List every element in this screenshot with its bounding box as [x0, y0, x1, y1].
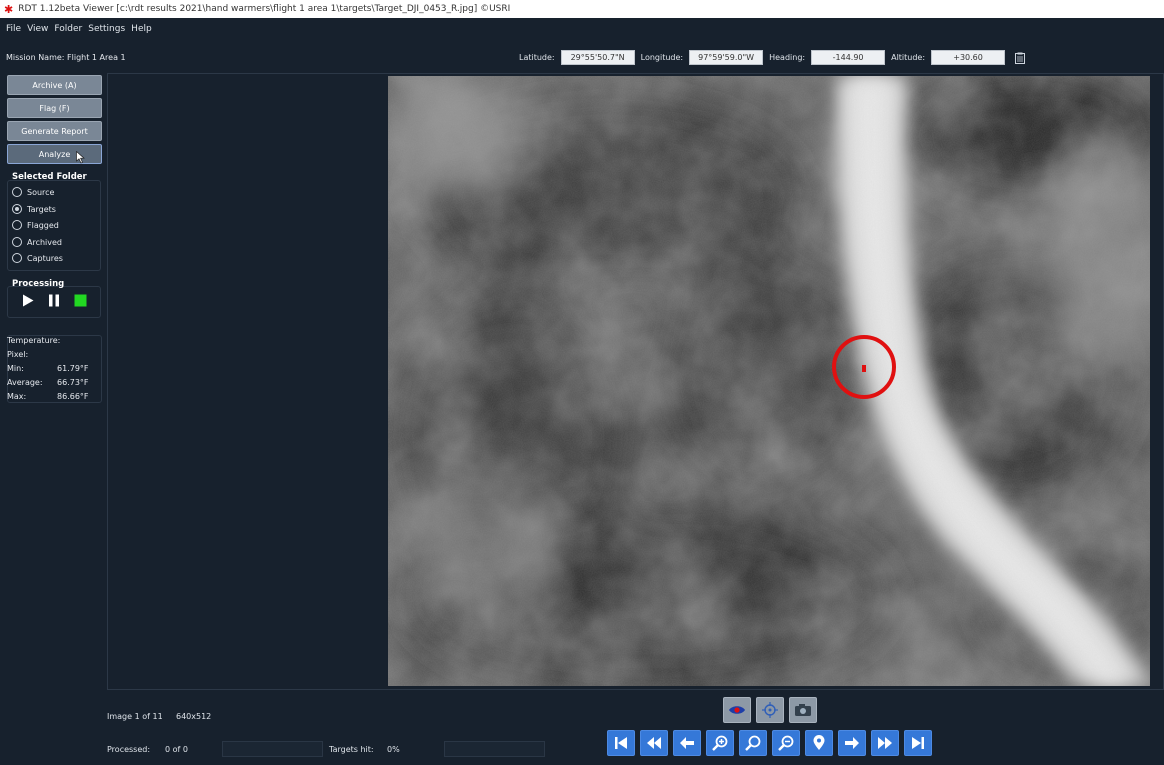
first-image-button[interactable] [607, 730, 635, 756]
menu-file[interactable]: File [6, 24, 21, 34]
clipboard-icon[interactable] [1015, 52, 1026, 64]
eye-icon [729, 706, 745, 714]
radio-button[interactable] [12, 187, 22, 197]
min-value: 61.79°F [57, 364, 89, 373]
play-icon[interactable] [22, 294, 34, 307]
heading-field: -144.90 [811, 50, 886, 65]
telemetry-bar: Latitude: 29°55'50.7"N Longitude: 97°59'… [519, 50, 1026, 65]
latitude-label: Latitude: [519, 53, 555, 62]
location-pin-icon [813, 735, 825, 750]
target-hotspot [862, 365, 866, 372]
altitude-field: +30.60 [931, 50, 1006, 65]
radio-label: Captures [27, 253, 63, 263]
heading-label: Heading: [769, 53, 806, 62]
fast-forward-button[interactable] [871, 730, 899, 756]
skip-first-icon [615, 737, 627, 749]
crosshair-button[interactable] [756, 697, 784, 723]
menu-view[interactable]: View [27, 24, 48, 34]
longitude-field: 97°59'59.0"W [689, 50, 764, 65]
radio-button[interactable] [12, 204, 22, 214]
zoom-in-button[interactable] [706, 730, 734, 756]
processing-controls [22, 294, 87, 307]
skip-last-icon [912, 737, 924, 749]
zoom-fit-button[interactable] [739, 730, 767, 756]
rewind-button[interactable] [640, 730, 668, 756]
targets-hit-label: Targets hit: [329, 745, 374, 754]
longitude-label: Longitude: [640, 53, 684, 62]
radio-button[interactable] [12, 253, 22, 263]
processed-value: 0 of 0 [165, 745, 188, 754]
processing-title: Processing [12, 279, 65, 289]
min-label: Min: [7, 364, 24, 373]
altitude-label: Altitude: [891, 53, 926, 62]
generate-report-button[interactable]: Generate Report [7, 121, 102, 141]
radio-label: Archived [27, 237, 63, 247]
temperature-title: Temperature: [7, 336, 97, 345]
max-value: 86.66°F [57, 392, 89, 401]
camera-icon [795, 704, 811, 716]
analyze-label: Analyze [38, 149, 71, 159]
window-title: RDT 1.12beta Viewer [c:\rdt results 2021… [18, 4, 511, 14]
processed-progress-bar [222, 741, 323, 757]
radio-button[interactable] [12, 237, 22, 247]
thermal-image[interactable] [388, 76, 1150, 686]
zoom-out-icon [778, 735, 794, 751]
mission-value: Flight 1 Area 1 [67, 53, 126, 62]
zoom-fit-icon [745, 735, 761, 751]
radio-source[interactable]: Source [12, 187, 54, 197]
location-button[interactable] [805, 730, 833, 756]
radio-button[interactable] [12, 220, 22, 230]
max-row: Max: 86.66°F [7, 392, 97, 401]
eye-button[interactable] [723, 697, 751, 723]
average-row: Average: 66.73°F [7, 378, 97, 387]
next-button[interactable] [838, 730, 866, 756]
min-row: Min: 61.79°F [7, 364, 97, 373]
targets-hit-value: 0% [387, 745, 400, 754]
menu-settings[interactable]: Settings [88, 24, 125, 34]
zoom-in-icon [712, 735, 728, 751]
image-index: Image 1 of 11 [107, 712, 163, 721]
max-label: Max: [7, 392, 27, 401]
processed-label: Processed: [107, 745, 151, 754]
fast-forward-icon [878, 737, 892, 749]
average-value: 66.73°F [57, 378, 89, 387]
pause-icon[interactable] [48, 294, 60, 307]
radio-label: Flagged [27, 220, 59, 230]
targets-progress-bar [444, 741, 545, 757]
radio-captures[interactable]: Captures [12, 253, 63, 263]
menu-folder[interactable]: Folder [54, 24, 82, 34]
radio-label: Targets [27, 204, 56, 214]
crosshair-icon [762, 702, 778, 718]
zoom-out-button[interactable] [772, 730, 800, 756]
selected-folder-title: Selected Folder [12, 172, 87, 182]
thermal-image-canvas [388, 76, 1150, 686]
pixel-label: Pixel: [7, 350, 29, 359]
menu-bar: File View Folder Settings Help [0, 18, 1164, 40]
archive-button[interactable]: Archive (A) [7, 75, 102, 95]
mouse-cursor-icon [76, 151, 85, 164]
previous-button[interactable] [673, 730, 701, 756]
radio-targets[interactable]: Targets [12, 204, 56, 214]
temperature-title-text: Temperature: [7, 336, 61, 345]
arrow-right-icon [845, 737, 859, 749]
title-bar: ✱ RDT 1.12beta Viewer [c:\rdt results 20… [0, 0, 1164, 18]
camera-button[interactable] [789, 697, 817, 723]
menu-help[interactable]: Help [131, 24, 152, 34]
last-image-button[interactable] [904, 730, 932, 756]
mission-label: Mission Name: [6, 53, 65, 62]
radio-flagged[interactable]: Flagged [12, 220, 59, 230]
image-resolution: 640x512 [176, 712, 212, 721]
average-label: Average: [7, 378, 43, 387]
analyze-button[interactable]: Analyze [7, 144, 102, 164]
arrow-left-icon [680, 737, 694, 749]
flag-button[interactable]: Flag (F) [7, 98, 102, 118]
latitude-field: 29°55'50.7"N [560, 50, 635, 65]
radio-archived[interactable]: Archived [12, 237, 62, 247]
rewind-icon [647, 737, 661, 749]
pixel-row: Pixel: [7, 350, 97, 359]
app-icon: ✱ [4, 2, 14, 16]
stop-icon[interactable] [74, 294, 87, 307]
radio-label: Source [27, 187, 55, 197]
mission-name: Mission Name: Flight 1 Area 1 [6, 53, 126, 62]
